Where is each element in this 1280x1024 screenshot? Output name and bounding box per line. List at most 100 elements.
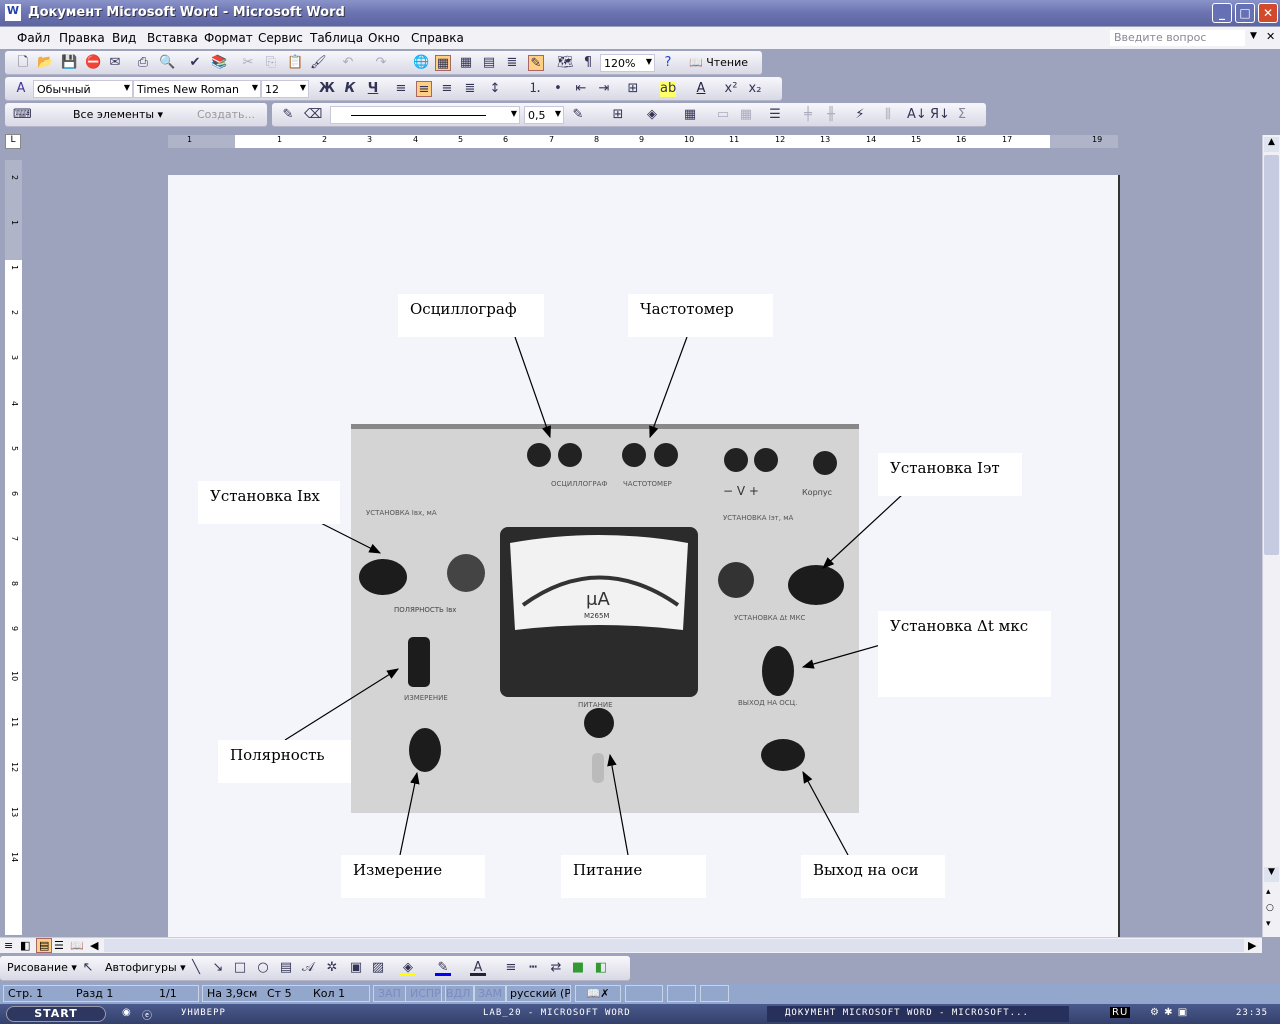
callout-frequency-meter[interactable]: Частотомер: [628, 294, 773, 337]
align-icon[interactable]: ☰: [767, 107, 783, 123]
oval-icon[interactable]: ○: [255, 960, 271, 976]
tab-selector[interactable]: L: [5, 134, 21, 149]
arrow-icon[interactable]: ↘: [210, 960, 226, 976]
menu-tools[interactable]: Сервис: [258, 31, 303, 45]
font-select[interactable]: Times New Roman ▼: [133, 80, 261, 98]
copy-icon[interactable]: ⎘: [263, 55, 279, 71]
document-page[interactable]: ОСЦИЛЛОГРАФ ЧАСТОТОМЕР − V + Корпус УСТА…: [168, 175, 1120, 937]
ask-dropdown-icon[interactable]: ▼: [1250, 31, 1257, 41]
callout-set-dt[interactable]: Установка Δt мкс: [878, 611, 1051, 697]
reading-view-icon[interactable]: 📖: [70, 939, 84, 952]
email-icon[interactable]: ✉: [107, 55, 123, 71]
callout-set-iin[interactable]: Установка Iвх: [198, 481, 340, 524]
tables-borders-icon[interactable]: ▦: [435, 55, 451, 71]
merge-cells-icon[interactable]: ▭: [715, 107, 731, 123]
browse-object-icon[interactable]: ○: [1266, 903, 1274, 913]
status-track[interactable]: ИСПР: [405, 985, 446, 1002]
callout-measurement[interactable]: Измерение: [341, 855, 485, 898]
shading-icon[interactable]: ◈: [644, 107, 660, 123]
zoom-select[interactable]: 120% ▼: [600, 54, 655, 72]
eraser-icon[interactable]: ⌫: [304, 107, 322, 123]
line-style-icon[interactable]: ≡: [503, 960, 519, 976]
open-icon[interactable]: 📂: [37, 55, 53, 71]
close-button[interactable]: ✕: [1258, 3, 1278, 23]
spelling-status-icon[interactable]: 📖✗: [575, 985, 621, 1002]
paste-icon[interactable]: 📋: [287, 55, 303, 71]
menu-window[interactable]: Окно: [368, 31, 400, 45]
new-icon[interactable]: 🗋: [15, 55, 31, 71]
status-language[interactable]: русский (Ро: [505, 985, 571, 1002]
line-color-icon[interactable]: ✎: [435, 960, 451, 976]
justify-icon[interactable]: ≣: [462, 81, 478, 97]
status-rec[interactable]: ЗАП: [373, 985, 406, 1002]
subscript-icon[interactable]: x₂: [747, 81, 763, 97]
scroll-thumb[interactable]: [1264, 155, 1279, 555]
format-painter-icon[interactable]: 🖌: [310, 55, 327, 71]
show-elements-dropdown[interactable]: Все элементы ▾: [73, 108, 163, 121]
redo-icon[interactable]: ↷: [373, 55, 389, 71]
align-left-icon[interactable]: ≡: [393, 81, 409, 97]
font-color-icon[interactable]: A: [693, 81, 709, 97]
menu-view[interactable]: Вид: [112, 31, 136, 45]
font-color-draw-icon[interactable]: A: [470, 960, 486, 976]
numbering-icon[interactable]: ⒈: [527, 81, 543, 97]
prev-page-icon[interactable]: ▴: [1266, 887, 1271, 897]
shadow-icon[interactable]: ■: [570, 960, 586, 976]
callout-power[interactable]: Питание: [561, 855, 706, 898]
research-icon[interactable]: 📚: [211, 55, 227, 71]
diagram-icon[interactable]: ✲: [324, 960, 340, 976]
picture-icon[interactable]: ▨: [370, 960, 386, 976]
underline-button[interactable]: Ч: [365, 81, 381, 97]
clipart-icon[interactable]: ▣: [348, 960, 364, 976]
bold-button[interactable]: Ж: [319, 81, 335, 97]
styles-icon[interactable]: A: [13, 81, 29, 97]
start-button[interactable]: start: [6, 1006, 106, 1022]
align-right-icon[interactable]: ≡: [439, 81, 455, 97]
minimize-button[interactable]: _: [1212, 3, 1232, 23]
print-icon[interactable]: ⎙: [135, 55, 151, 71]
superscript-icon[interactable]: x²: [723, 81, 739, 97]
rectangle-icon[interactable]: □: [232, 960, 248, 976]
outline-view-icon[interactable]: ☰: [54, 939, 64, 952]
menu-insert[interactable]: Вставка: [147, 31, 198, 45]
tray-language[interactable]: RU: [1110, 1007, 1131, 1018]
align-center-icon[interactable]: ≡: [416, 81, 432, 97]
borders-icon[interactable]: ⊞: [625, 81, 641, 97]
callout-set-iet[interactable]: Установка Iэт: [878, 453, 1022, 496]
normal-view-icon[interactable]: ≡: [4, 939, 13, 952]
arrow-style-icon[interactable]: ⇄: [548, 960, 564, 976]
print-layout-icon[interactable]: ▤: [36, 938, 53, 953]
drawing-menu[interactable]: Рисование ▾: [7, 961, 77, 974]
line-weight-select[interactable]: 0,5 ▼: [524, 106, 564, 124]
menu-format[interactable]: Формат: [204, 31, 253, 45]
tray-icons[interactable]: ⚙ ✱ ▣: [1150, 1007, 1188, 1018]
outside-border-icon[interactable]: ⊞: [610, 107, 626, 123]
autosum-button[interactable]: Σ: [954, 107, 970, 123]
reading-button[interactable]: 📖 Чтение: [689, 56, 748, 69]
maximize-button[interactable]: □: [1235, 3, 1255, 23]
drawing-icon[interactable]: ✎: [528, 55, 544, 71]
text-direction-icon[interactable]: ⫼: [880, 107, 896, 123]
quicklaunch-ie-icon[interactable]: ⓔ: [142, 1007, 153, 1022]
bullets-icon[interactable]: •: [550, 81, 566, 97]
pilcrow-icon[interactable]: ¶: [580, 55, 596, 71]
status-overtype[interactable]: ЗАМ: [473, 985, 508, 1002]
help-icon[interactable]: ?: [660, 55, 676, 71]
split-cells-icon[interactable]: ▦: [738, 107, 754, 123]
highlight-icon[interactable]: ab: [660, 81, 676, 97]
scroll-up-icon[interactable]: ▲: [1264, 137, 1279, 152]
font-size-select[interactable]: 12 ▼: [261, 80, 309, 98]
horizontal-scroll-thumb[interactable]: [104, 939, 1244, 952]
sort-descending-icon[interactable]: Я↓: [930, 107, 950, 123]
quicklaunch-browser-icon[interactable]: ◉: [122, 1007, 132, 1018]
insert-table-icon-2[interactable]: ▦: [682, 107, 698, 123]
task-lab20[interactable]: lab_20 - Microsoft Word: [465, 1006, 765, 1022]
decrease-indent-icon[interactable]: ⇤: [573, 81, 589, 97]
select-objects-icon[interactable]: ↖: [80, 960, 96, 976]
permission-icon[interactable]: ⛔: [85, 55, 101, 71]
web-view-icon[interactable]: ◧: [20, 939, 30, 952]
menu-table[interactable]: Таблица: [310, 31, 363, 45]
scroll-down-icon[interactable]: ▼: [1264, 867, 1279, 882]
wordart-icon[interactable]: 𝒜: [300, 960, 316, 976]
callout-oscilloscope[interactable]: Осциллограф: [398, 294, 544, 337]
